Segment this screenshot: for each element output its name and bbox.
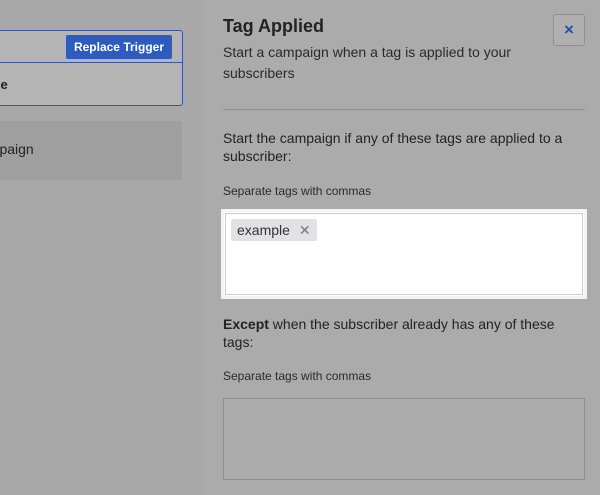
exclude-tags-question: Except when the subscriber already has a… bbox=[223, 315, 585, 351]
exclude-question-rest: when the subscriber already has any of t… bbox=[223, 316, 555, 350]
panel-subtitle: Start a campaign when a tag is applied t… bbox=[223, 44, 511, 81]
trigger-name: nple bbox=[0, 77, 8, 92]
divider bbox=[223, 109, 585, 110]
include-tags-question: Start the campaign if any of these tags … bbox=[223, 130, 563, 164]
action-card[interactable]: ampaign bbox=[0, 121, 182, 180]
action-label: ampaign bbox=[0, 141, 34, 157]
trigger-settings-panel: Tag Applied × Start a campaign when a ta… bbox=[203, 0, 600, 495]
exclude-tags-hint: Separate tags with commas bbox=[223, 369, 372, 383]
exclude-tags-input[interactable] bbox=[223, 398, 585, 480]
trigger-card-header: Replace Trigger bbox=[0, 31, 182, 63]
remove-tag-icon[interactable]: ✕ bbox=[299, 222, 311, 239]
panel-title: Tag Applied bbox=[223, 16, 324, 36]
tag-label: example bbox=[237, 222, 290, 238]
exclude-keyword: Except bbox=[223, 316, 269, 332]
replace-trigger-button[interactable]: Replace Trigger bbox=[65, 35, 172, 59]
tag-chip: example ✕ bbox=[231, 219, 317, 241]
close-button[interactable]: × bbox=[553, 14, 585, 46]
include-tags-input[interactable]: example ✕ bbox=[221, 209, 587, 299]
include-tags-hint: Separate tags with commas bbox=[223, 184, 372, 198]
close-icon: × bbox=[564, 20, 574, 39]
workflow-canvas: Replace Trigger nple ampaign bbox=[0, 0, 203, 495]
trigger-card[interactable]: Replace Trigger nple bbox=[0, 30, 183, 106]
